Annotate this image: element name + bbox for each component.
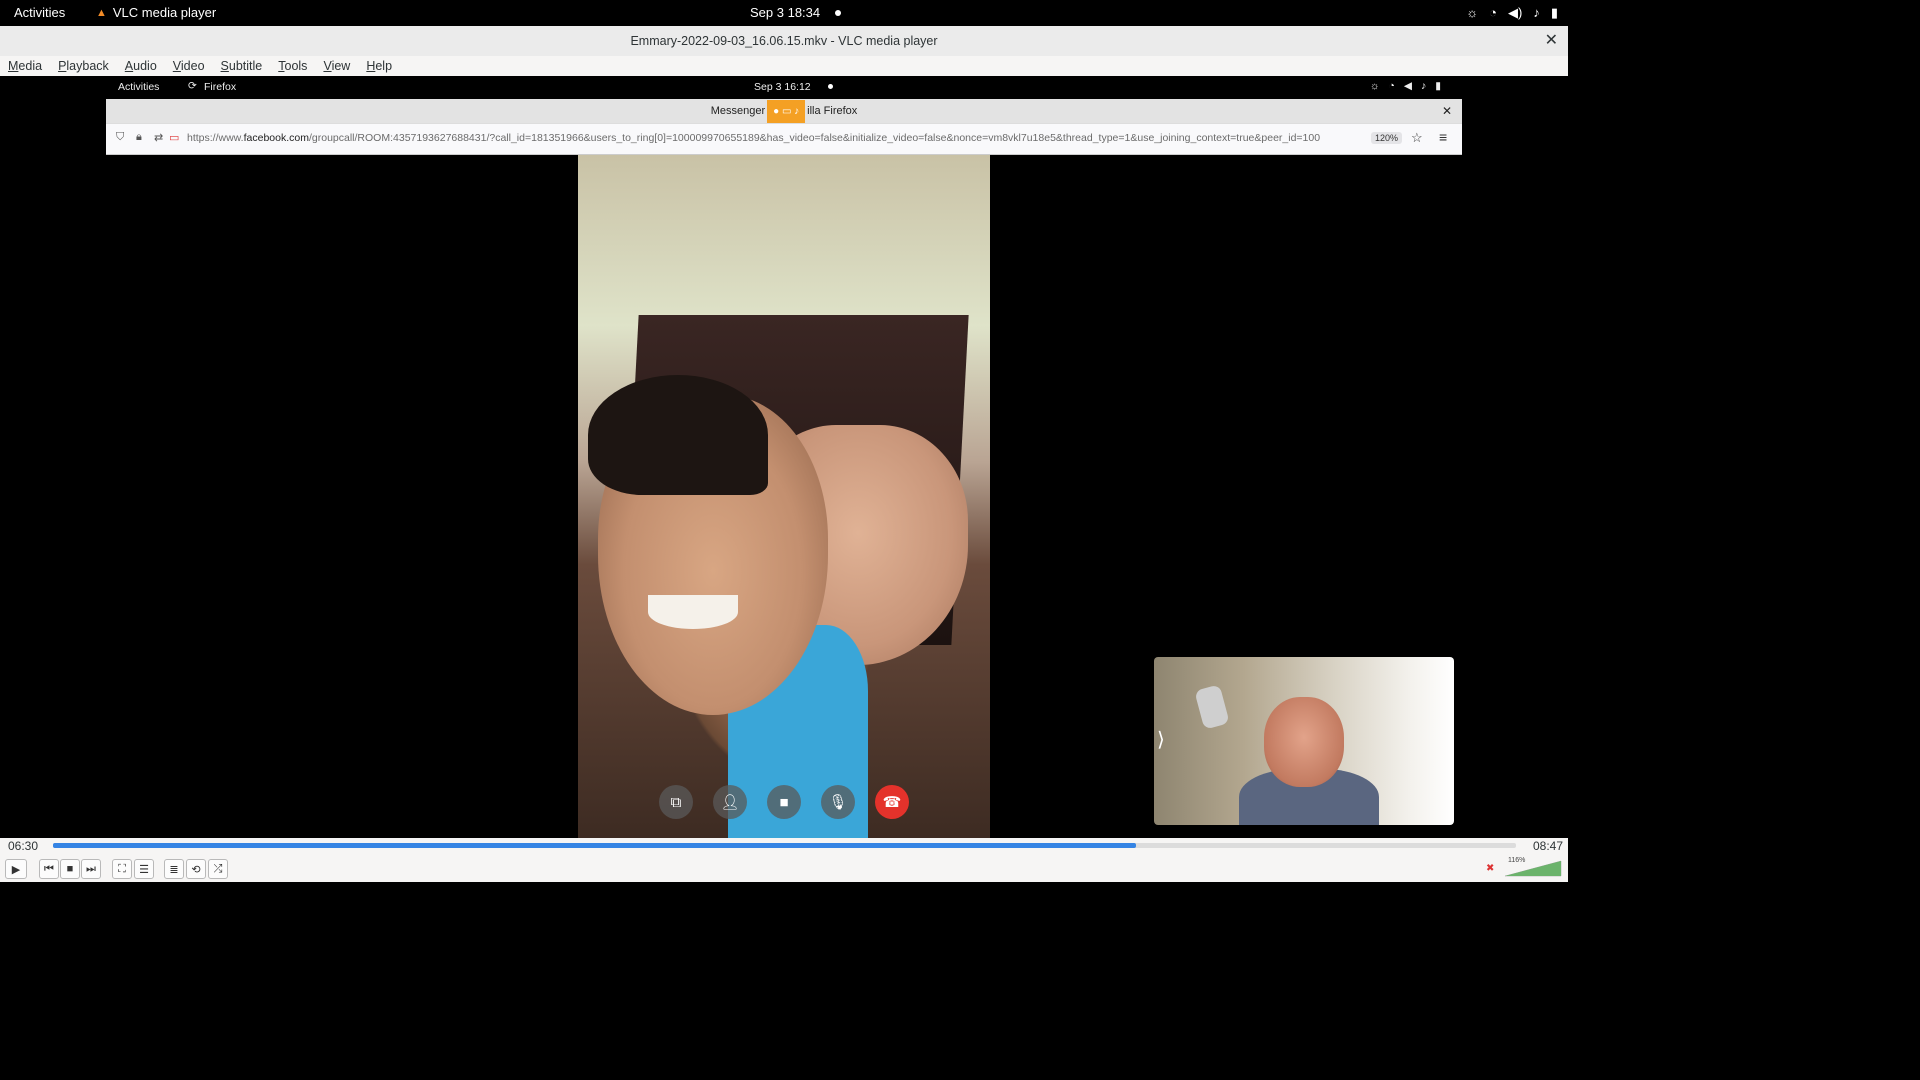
chevron-right-icon: ⟩	[1157, 729, 1165, 751]
vlc-title-bar: Emmary-2022-09-03_16.06.15.mkv - VLC med…	[0, 26, 1568, 57]
stop-button[interactable]: ■	[60, 859, 80, 879]
menu-view[interactable]: View	[315, 56, 358, 76]
shield-icon: ⛉	[116, 131, 125, 143]
app-menu-label: VLC media player	[112, 5, 217, 20]
self-view-video: ⟩	[1154, 657, 1454, 825]
menu-audio[interactable]: Audio	[117, 56, 165, 76]
remote-participant-video	[578, 155, 990, 838]
firefox-app-icon: ⟳	[188, 80, 197, 92]
zoom-badge: 120%	[1371, 132, 1403, 144]
window-title: Emmary-2022-09-03_16.06.15.mkv - VLC med…	[630, 34, 938, 48]
app-menu[interactable]: ▲ VLC media player	[96, 5, 216, 20]
recorded-notification-dot	[828, 84, 833, 89]
firefox-title-left: Messenger	[710, 105, 766, 117]
volume-label: 116%	[1508, 857, 1526, 864]
recorded-activities: Activities	[118, 81, 160, 93]
menu-subtitle[interactable]: Subtitle	[213, 56, 271, 76]
activities-button[interactable]: Activities	[14, 5, 65, 20]
vlc-cone-icon: ▲	[96, 6, 107, 19]
menu-playback[interactable]: Playback	[50, 56, 117, 76]
volume-icon: ◀)	[1508, 5, 1523, 20]
participant-hair	[588, 375, 768, 495]
play-icon: ▶	[11, 863, 21, 876]
fullscreen-icon: ⛶	[118, 862, 126, 875]
volume-slider[interactable]: 116%	[1503, 857, 1563, 877]
close-icon[interactable]: ✕	[1545, 26, 1558, 56]
vlc-menu-bar: Media Playback Audio Video Subtitle Tool…	[0, 56, 1568, 76]
recorded-top-bar: Activities ⟳ Firefox Sep 3 16:12 ☼◔◀♪▮	[106, 78, 1462, 96]
playback-controls: ▶ ⏮ ■ ⏭ ⛶ ☰ ≣ ⟲ ⤮ ✖ 116%	[0, 854, 1568, 882]
recorded-tray-icons: ☼◔◀♪▮	[1369, 80, 1450, 92]
system-tray[interactable]: ☼ ◔ ◀) ♪ ▮	[1466, 5, 1558, 21]
video-camera-icon: ■	[767, 785, 801, 819]
playlist-icon: ≣	[169, 863, 179, 876]
firefox-title-right: illa Firefox	[807, 105, 858, 117]
camera-sharing-icon: ▭	[169, 132, 180, 144]
battery-icon: ▮	[1550, 5, 1558, 20]
stop-icon: ■	[66, 863, 74, 875]
menu-tools[interactable]: Tools	[270, 56, 315, 76]
seek-slider[interactable]	[53, 843, 1516, 848]
firefox-url-bar: ⛉ 🔒︎ ⇄ ▭ https://www.facebook.com/groupc…	[106, 123, 1462, 155]
desktop-top-bar: Activities ▲ VLC media player Sep 3 18:3…	[0, 0, 1568, 26]
previous-button[interactable]: ⏮	[39, 859, 59, 879]
clock[interactable]: Sep 3 18:34	[750, 5, 820, 20]
hamburger-menu-icon: ≡	[1439, 129, 1448, 145]
url-text: https://www.facebook.com/groupcall/ROOM:…	[187, 132, 1321, 144]
recorded-app-name: Firefox	[204, 81, 237, 93]
seek-progress	[53, 843, 1136, 848]
play-button[interactable]: ▶	[5, 859, 27, 879]
mute-icon[interactable]: ✖	[1486, 863, 1494, 874]
menu-media[interactable]: Media	[0, 56, 50, 76]
self-face	[1264, 697, 1344, 787]
recorded-clock: Sep 3 16:12	[754, 81, 811, 93]
notification-dot	[835, 10, 841, 16]
total-time: 08:47	[1532, 839, 1563, 853]
extended-settings-button[interactable]: ☰	[134, 859, 154, 879]
microphone-icon: 🎙︎	[821, 785, 855, 819]
recorded-firefox-window: Messenger ● ▭ ♪ illa Firefox ✕ ⛉ 🔒︎ ⇄ ▭ ht…	[106, 99, 1462, 155]
mic-muted-icon: ♪	[1533, 5, 1540, 20]
fullscreen-button[interactable]: ⛶	[112, 859, 132, 879]
loop-button[interactable]: ⟲	[186, 859, 206, 879]
sharing-indicator-icon: ● ▭ ♪	[767, 100, 806, 124]
shuffle-icon: ⤮	[213, 862, 223, 875]
next-icon: ⏭	[86, 862, 96, 875]
lock-icon: 🔒︎	[136, 131, 142, 143]
menu-video[interactable]: Video	[165, 56, 213, 76]
menu-help[interactable]: Help	[358, 56, 400, 76]
brightness-icon: ☼	[1466, 5, 1479, 20]
playlist-button[interactable]: ≣	[164, 859, 184, 879]
bookmark-star-icon: ☆	[1411, 130, 1423, 145]
seek-row: 06:30 08:47	[0, 838, 1568, 854]
previous-icon: ⏮	[44, 862, 54, 875]
equalizer-icon: ☰	[139, 863, 149, 876]
firefox-close-icon: ✕	[1441, 104, 1452, 118]
loop-icon: ⟲	[191, 863, 201, 876]
permissions-icon: ⇄	[154, 132, 164, 144]
next-button[interactable]: ⏭	[81, 859, 101, 879]
shuffle-button[interactable]: ⤮	[208, 859, 228, 879]
participant-smile	[648, 595, 738, 629]
elapsed-time: 06:30	[8, 839, 39, 853]
firefox-title-bar: Messenger ● ▭ ♪ illa Firefox ✕	[106, 99, 1462, 124]
end-call-icon: ☎︎	[875, 785, 909, 819]
wifi-icon: ◔	[1489, 5, 1498, 20]
add-person-icon: 👤︎	[713, 785, 747, 819]
studio-microphone	[1194, 684, 1230, 730]
screen-share-icon: ⧉	[659, 785, 693, 819]
